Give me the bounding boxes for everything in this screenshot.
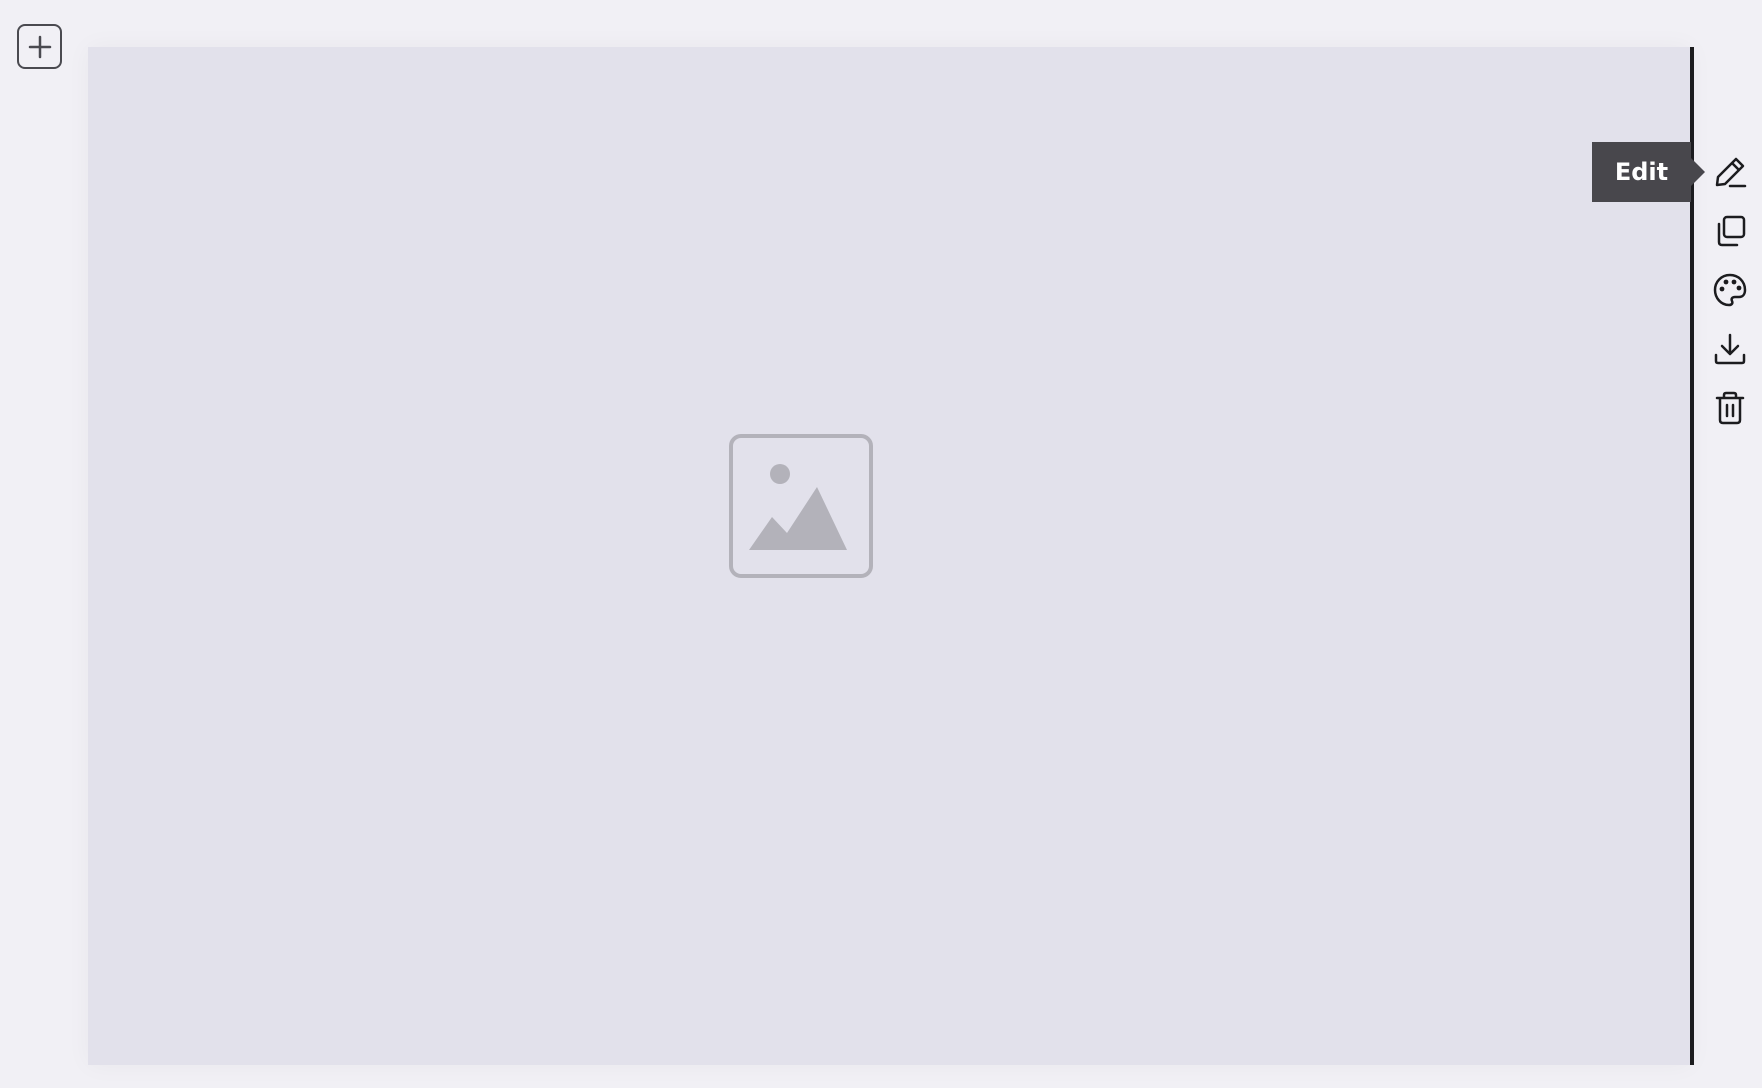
duplicate-icon (1717, 215, 1746, 247)
page: Edit (0, 0, 1762, 1088)
download-button[interactable] (1708, 327, 1752, 371)
image-block[interactable] (88, 47, 1691, 1065)
palette-icon (1713, 273, 1747, 307)
style-button[interactable] (1708, 268, 1752, 312)
add-block-button[interactable] (17, 24, 62, 69)
tooltip-arrow (1691, 158, 1705, 186)
image-placeholder-icon (729, 434, 873, 578)
edit-tooltip: Edit (1592, 142, 1691, 202)
download-icon (1714, 333, 1746, 365)
trash-icon (1715, 391, 1745, 425)
edit-button[interactable] (1708, 150, 1752, 194)
plus-icon (28, 35, 51, 58)
block-toolbar (1706, 150, 1754, 445)
duplicate-button[interactable] (1708, 209, 1752, 253)
pencil-icon (1715, 157, 1747, 188)
delete-button[interactable] (1708, 386, 1752, 430)
